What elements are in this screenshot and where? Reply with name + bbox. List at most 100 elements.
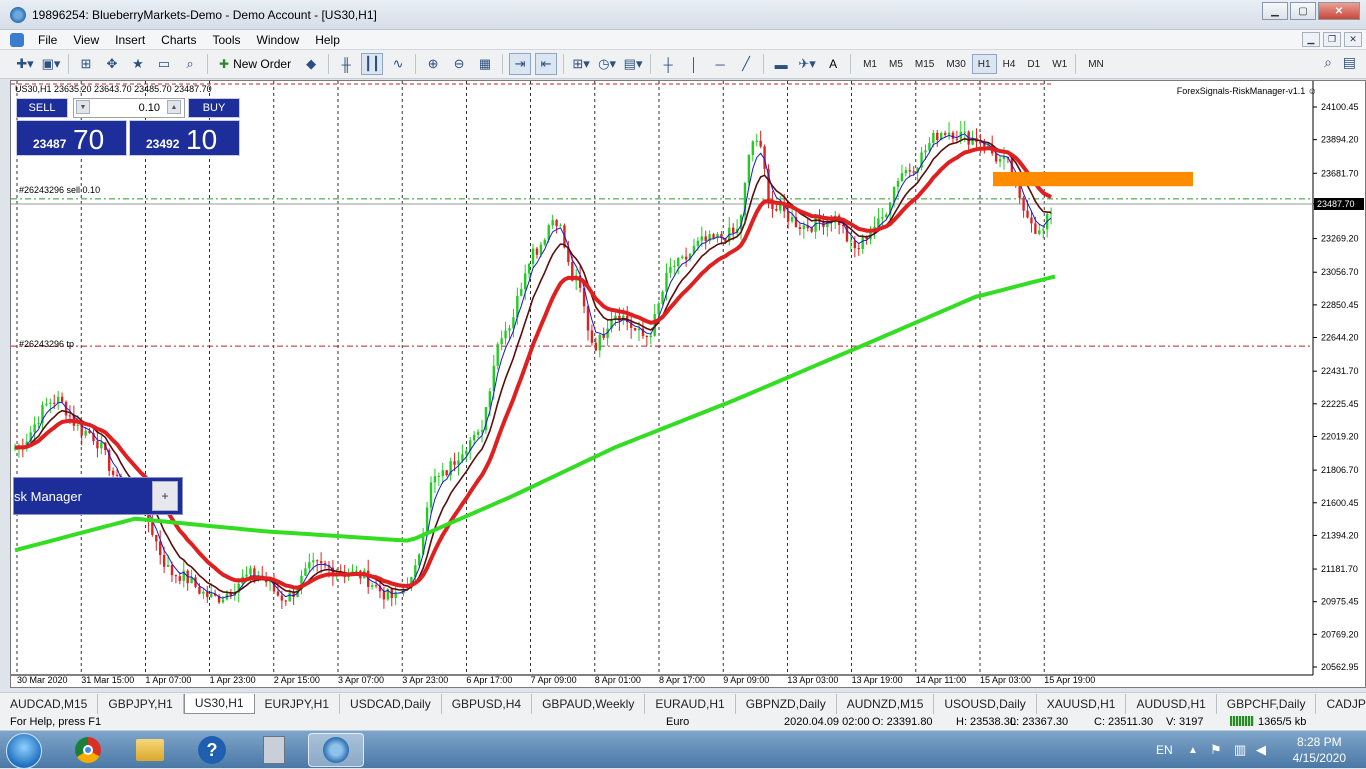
chart-tab[interactable]: AUDUSD,H1 <box>1126 693 1217 714</box>
candlestick-icon[interactable]: ┃┃ <box>361 53 384 75</box>
chart-tab[interactable]: EURJPY,H1 <box>255 693 341 714</box>
tf-mn[interactable]: MN <box>1082 54 1110 74</box>
risk-manager-expand-button[interactable]: + <box>152 481 178 511</box>
taskbar-clock[interactable]: 8:28 PM 4/15/2020 <box>1293 734 1346 766</box>
zoom-in-icon[interactable]: ⊕ <box>422 53 444 75</box>
menu-charts[interactable]: Charts <box>153 33 204 47</box>
chart-tab[interactable]: AUDNZD,M15 <box>837 693 935 714</box>
navigator-icon[interactable]: ✥ <box>101 53 123 75</box>
chart-tab[interactable]: GBPAUD,Weekly <box>532 693 646 714</box>
profiles-icon[interactable]: ▣▾ <box>40 53 62 75</box>
crosshair-icon[interactable]: ┼ <box>657 53 679 75</box>
menu-file[interactable]: File <box>30 33 65 47</box>
price-tick-label: 22019.20 <box>1321 431 1359 441</box>
new-order-button[interactable]: ✚ New Order <box>214 53 296 75</box>
lot-increase-icon[interactable]: ▲ <box>167 100 181 114</box>
calculator-icon[interactable] <box>246 733 302 767</box>
tester-icon[interactable]: ⌕ <box>179 53 201 75</box>
trendline-icon[interactable]: ╱ <box>735 53 757 75</box>
tf-m1[interactable]: M1 <box>857 54 883 74</box>
candle-body <box>221 599 225 603</box>
periods-icon[interactable]: ◷▾ <box>596 53 618 75</box>
candle-body <box>245 574 248 577</box>
tf-m15[interactable]: M15 <box>909 54 940 74</box>
chart-tab[interactable]: USDCAD,Daily <box>340 693 442 714</box>
line-chart-icon[interactable]: ∿ <box>387 53 409 75</box>
candle-body <box>198 586 201 594</box>
tf-w1[interactable]: W1 <box>1046 54 1073 74</box>
chart-tab[interactable]: AUDCAD,M15 <box>0 693 99 714</box>
buy-price-box[interactable]: 23492 10 <box>129 120 240 156</box>
help-icon[interactable]: ? <box>184 733 240 767</box>
mdi-minimize-button[interactable]: ▁ <box>1302 32 1320 47</box>
menu-window[interactable]: Window <box>249 33 308 47</box>
auto-scroll-icon[interactable]: ⇥ <box>509 53 532 75</box>
close-button[interactable]: ✕ <box>1318 2 1360 20</box>
candle-body <box>500 338 503 345</box>
templates-icon[interactable]: ▤▾ <box>622 53 644 75</box>
price-chart[interactable]: 30 Mar 2020 31 Mar 15:00 1 Apr 07:00 1 Apr … <box>11 81 1365 687</box>
sell-price-box[interactable]: 23487 70 <box>16 120 127 156</box>
autotrading-icon[interactable]: ◆ <box>300 53 322 75</box>
chart-tab[interactable]: XAUUSD,H1 <box>1037 693 1127 714</box>
chart-tab[interactable]: GBPNZD,Daily <box>736 693 837 714</box>
volume-icon[interactable]: ◀ <box>1256 731 1266 769</box>
metatrader-icon[interactable] <box>308 733 364 767</box>
tf-h4[interactable]: H4 <box>997 54 1022 74</box>
chart-tab[interactable]: GBPUSD,H4 <box>442 693 533 714</box>
buy-button[interactable]: BUY <box>188 98 240 118</box>
horizontal-line-icon[interactable]: ─ <box>709 53 731 75</box>
tray-expand-icon[interactable]: ▲ <box>1188 731 1198 769</box>
candle-body <box>932 132 935 144</box>
candle-body <box>861 237 864 250</box>
price-tick-label: 21600.45 <box>1321 498 1359 508</box>
vertical-line-icon[interactable]: │ <box>683 53 705 75</box>
tf-h1[interactable]: H1 <box>971 54 997 74</box>
text-tool-icon[interactable]: A <box>822 53 844 75</box>
take-profit-label: #26243296 tp <box>19 339 75 349</box>
chart-tab[interactable]: US30,H1 <box>183 693 255 714</box>
new-chart-icon[interactable]: ✚▾ <box>14 53 36 75</box>
market-watch-icon[interactable]: ⊞ <box>75 53 97 75</box>
chart-shift-icon[interactable]: ⇤ <box>535 53 558 75</box>
lot-decrease-icon[interactable]: ▼ <box>76 100 90 114</box>
candle-body <box>936 132 939 140</box>
sell-button[interactable]: SELL <box>16 98 68 118</box>
minimize-button[interactable]: ▁ <box>1262 2 1288 20</box>
tf-m5[interactable]: M5 <box>883 54 909 74</box>
maximize-button[interactable]: ▢ <box>1290 2 1316 20</box>
zoom-out-icon[interactable]: ⊖ <box>448 53 470 75</box>
network-icon[interactable]: ▥ <box>1234 731 1246 769</box>
language-indicator[interactable]: EN <box>1156 731 1173 769</box>
chart-tab[interactable]: CADJPY,Da <box>1316 694 1366 714</box>
action-center-icon[interactable]: ⚑ <box>1210 731 1222 769</box>
terminal-icon[interactable]: ▭ <box>153 53 175 75</box>
chrome-icon[interactable] <box>60 733 116 767</box>
chart-window[interactable]: 30 Mar 2020 31 Mar 15:00 1 Apr 07:00 1 Apr … <box>10 80 1366 688</box>
start-button-icon[interactable] <box>6 733 42 769</box>
chart-tab[interactable]: EURAUD,H1 <box>645 693 736 714</box>
arrows-icon[interactable]: ✈▾ <box>796 53 818 75</box>
chart-tab[interactable]: USOUSD,Daily <box>934 693 1037 714</box>
rectangle-icon[interactable]: ▬ <box>770 53 792 75</box>
chat-icon[interactable]: ▤ <box>1343 54 1356 71</box>
mdi-close-button[interactable]: ✕ <box>1344 32 1362 47</box>
tf-d1[interactable]: D1 <box>1021 54 1046 74</box>
search-icon[interactable]: ⌕ <box>1324 54 1332 71</box>
menu-help[interactable]: Help <box>307 33 348 47</box>
tile-windows-icon[interactable]: ▦ <box>474 53 496 75</box>
menu-view[interactable]: View <box>65 33 107 47</box>
risk-manager-panel[interactable]: sk Manager + <box>13 477 183 515</box>
menu-tools[interactable]: Tools <box>205 33 249 47</box>
mdi-restore-button[interactable]: ❐ <box>1323 32 1341 47</box>
menu-insert[interactable]: Insert <box>107 33 153 47</box>
status-volume: V: 3197 <box>1166 716 1204 728</box>
bar-chart-icon[interactable]: ╫ <box>335 53 357 75</box>
price-tick-label: 23681.70 <box>1321 168 1359 178</box>
tf-m30[interactable]: M30 <box>940 54 971 74</box>
chart-tab[interactable]: GBPJPY,H1 <box>98 693 184 714</box>
file-explorer-icon[interactable] <box>122 733 178 767</box>
chart-tab[interactable]: GBPCHF,Daily <box>1217 693 1317 714</box>
indicators-icon[interactable]: ⊞▾ <box>570 53 592 75</box>
favorites-icon[interactable]: ★ <box>127 53 149 75</box>
